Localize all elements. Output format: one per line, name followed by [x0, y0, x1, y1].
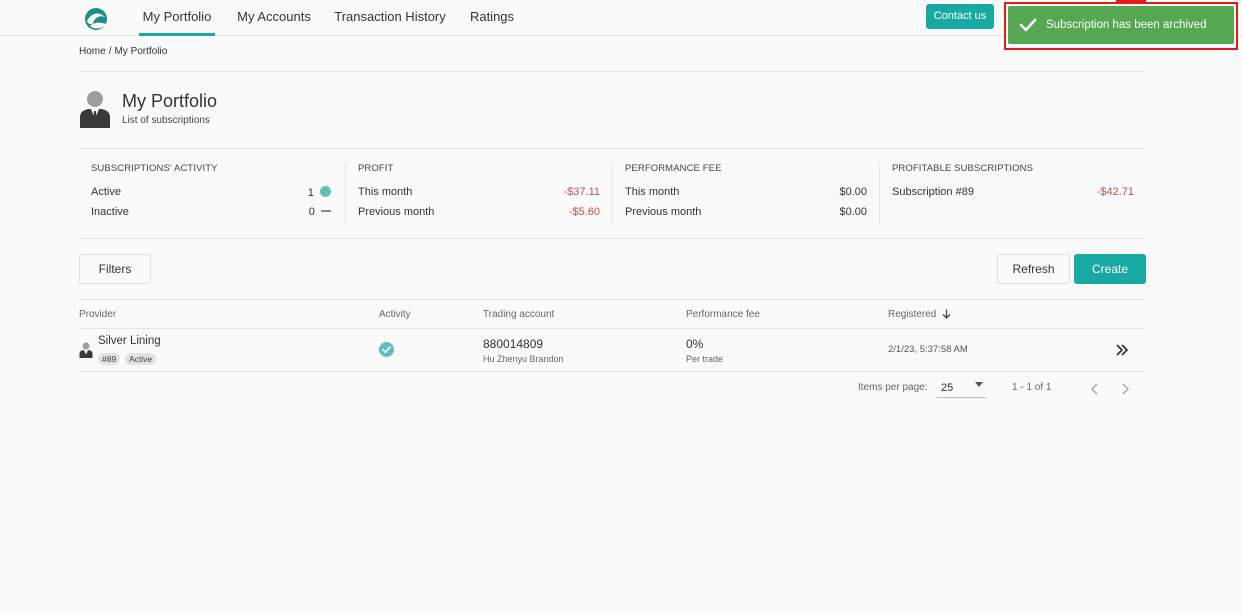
divider — [79, 371, 1146, 372]
page-title: My Portfolio — [122, 91, 218, 111]
active-check-icon — [320, 186, 331, 197]
tab-ratings[interactable]: Ratings — [467, 0, 517, 36]
page-subtitle: List of subscriptions — [122, 115, 210, 126]
profit-this-month-label: This month — [358, 186, 413, 198]
stats-active-label: Active — [91, 186, 121, 198]
stats-active-count: 1 — [307, 187, 314, 199]
activity-check-icon — [379, 342, 394, 357]
tab-my-portfolio[interactable]: My Portfolio — [139, 0, 215, 36]
stats-active-value: 1 — [308, 186, 331, 199]
user-avatar-icon — [80, 91, 110, 128]
toast-message: Subscription has been archived — [1046, 19, 1207, 31]
column-header-registered[interactable]: Registered — [888, 309, 951, 320]
stats-activity-heading: SUBSCRIPTIONS' ACTIVITY — [91, 163, 218, 174]
profitable-value: -$42.71 — [1096, 186, 1134, 198]
divider — [79, 328, 1146, 329]
items-per-page-label: Items per page: — [858, 382, 928, 393]
provider-avatar-icon — [79, 342, 93, 358]
toast-notification[interactable]: Subscription has been archived — [1008, 6, 1234, 44]
breadcrumb-home[interactable]: Home — [79, 46, 106, 57]
subscription-id-chip: #89 — [98, 353, 121, 365]
filters-button[interactable]: Filters — [79, 254, 151, 284]
stats-divider — [879, 163, 880, 225]
tab-transaction-history[interactable]: Transaction History — [333, 0, 447, 36]
create-button[interactable]: Create — [1074, 254, 1146, 284]
stats-divider — [612, 163, 613, 225]
sort-desc-arrow-icon — [942, 309, 951, 319]
chevron-right-icon[interactable] — [1119, 382, 1131, 396]
logo-icon[interactable] — [83, 5, 109, 31]
breadcrumb-separator: / — [108, 46, 112, 57]
perf-fee-this-month-label: This month — [625, 186, 680, 198]
stats-inactive-label: Inactive — [91, 206, 129, 218]
chevron-left-icon[interactable] — [1089, 382, 1101, 396]
column-header-trading-account[interactable]: Trading account — [483, 309, 554, 320]
contact-us-button[interactable]: Contact us — [926, 4, 994, 29]
performance-fee-basis: Per trade — [686, 354, 724, 364]
perf-fee-prev-month-label: Previous month — [625, 206, 702, 218]
profit-prev-month-value: -$5.60 — [568, 206, 600, 218]
breadcrumb: Home / My Portfolio — [79, 46, 170, 57]
stats-profitable: PROFITABLE SUBSCRIPTIONS Subscription #8… — [892, 163, 1134, 225]
stats-profit: PROFIT This month -$37.11 Previous month… — [358, 163, 600, 225]
divider — [79, 71, 1146, 72]
stats-profitable-heading: PROFITABLE SUBSCRIPTIONS — [892, 163, 1034, 174]
registered-date: 2/1/23, 5:37:58 AM — [888, 344, 968, 355]
pagination-range: 1 - 1 of 1 — [1012, 382, 1052, 393]
trading-account-number: 880014809 — [483, 337, 544, 351]
divider — [79, 148, 1146, 149]
checkmark-icon — [1019, 18, 1037, 32]
perf-fee-this-month-value: $0.00 — [839, 186, 867, 198]
items-per-page-select[interactable]: 25 — [937, 378, 986, 398]
tab-my-accounts[interactable]: My Accounts — [235, 0, 313, 36]
divider — [79, 299, 1146, 300]
stats-divider — [345, 163, 346, 225]
stats-inactive-count: 0 — [308, 206, 315, 218]
column-header-registered-label: Registered — [888, 309, 937, 320]
stats-inactive-value: 0 — [309, 206, 331, 218]
provider-name[interactable]: Silver Lining — [98, 335, 161, 347]
profit-this-month-value: -$37.11 — [563, 186, 601, 198]
column-header-provider[interactable]: Provider — [79, 309, 116, 320]
stats-perf-fee-heading: PERFORMANCE FEE — [625, 163, 722, 174]
caret-down-icon — [975, 382, 983, 387]
divider — [79, 238, 1146, 239]
column-header-performance-fee[interactable]: Performance fee — [686, 309, 760, 320]
trading-account-holder: Hu Zhenyu Brandon — [483, 354, 564, 364]
performance-fee-value: 0% — [686, 337, 704, 351]
stats-profit-heading: PROFIT — [358, 163, 394, 174]
items-per-page-value: 25 — [941, 382, 954, 394]
stats-perf-fee: PERFORMANCE FEE This month $0.00 Previou… — [625, 163, 867, 225]
perf-fee-prev-month-value: $0.00 — [839, 206, 867, 218]
inactive-dash-icon — [321, 210, 331, 212]
profit-prev-month-label: Previous month — [358, 206, 435, 218]
profitable-name[interactable]: Subscription #89 — [892, 186, 974, 198]
breadcrumb-current: My Portfolio — [114, 46, 168, 57]
stats-activity: SUBSCRIPTIONS' ACTIVITY Active 1 Inactiv… — [91, 163, 331, 225]
refresh-button[interactable]: Refresh — [997, 254, 1070, 284]
column-header-activity[interactable]: Activity — [379, 309, 411, 320]
double-chevron-right-icon[interactable] — [1115, 344, 1129, 356]
status-badge: Active — [125, 353, 157, 365]
